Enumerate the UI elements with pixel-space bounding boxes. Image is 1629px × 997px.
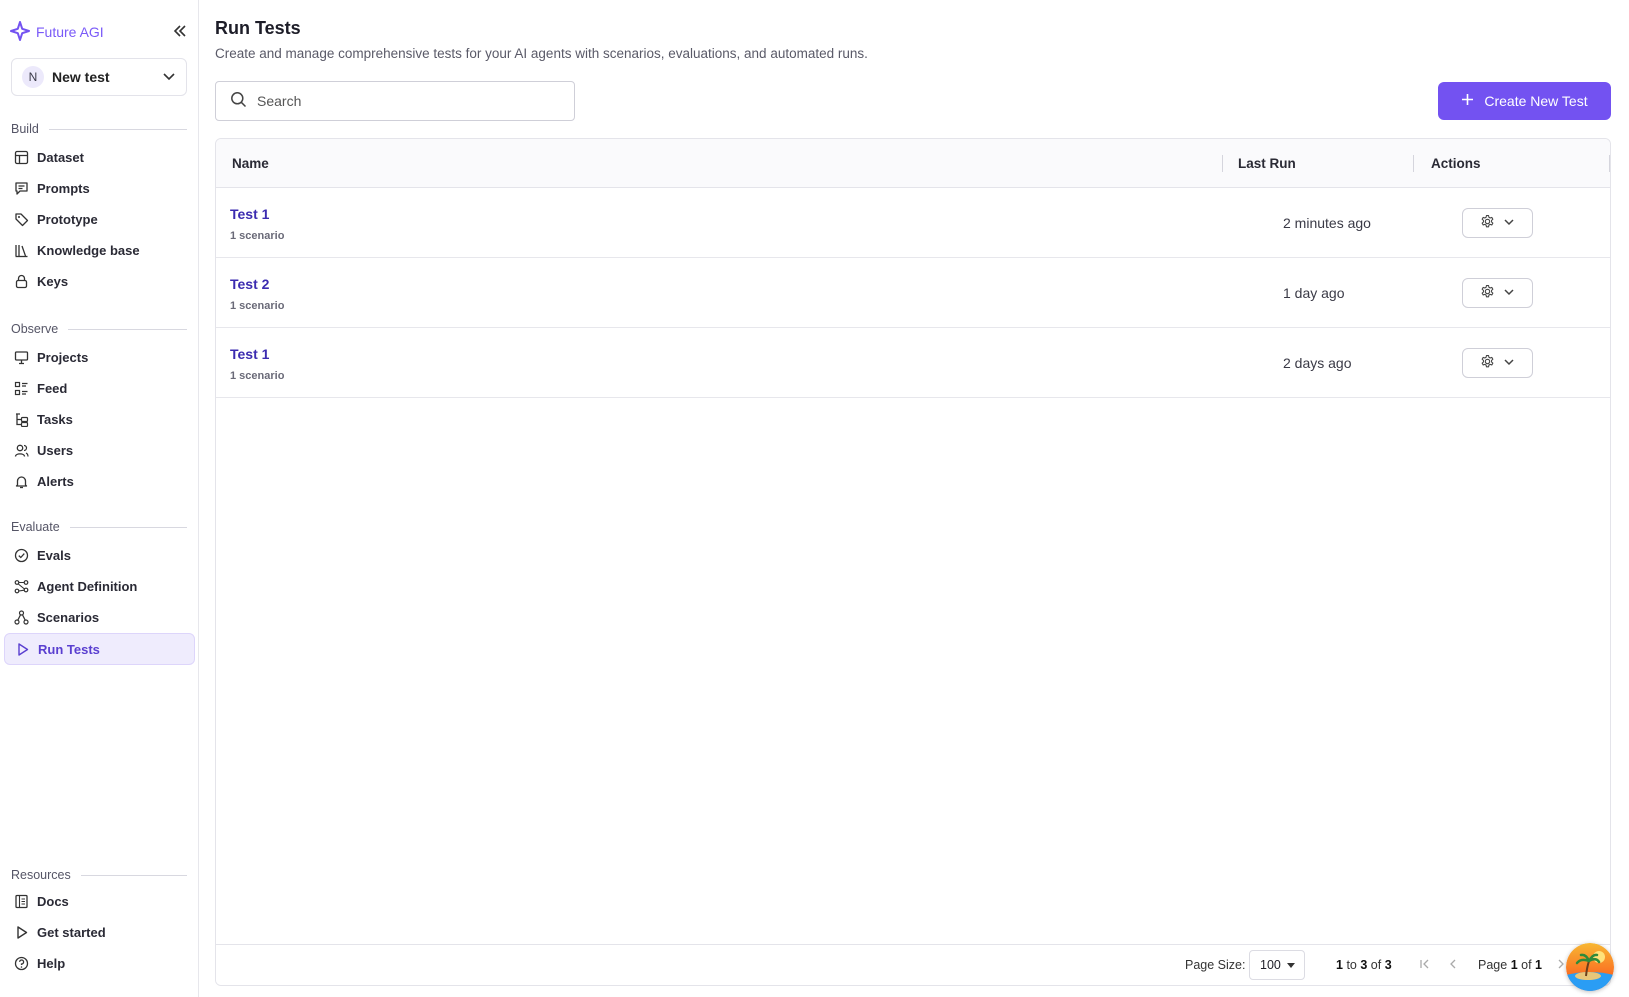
agent-graph-icon	[13, 578, 29, 594]
library-icon	[13, 242, 29, 258]
row-range: 1 to 3 of 3	[1336, 958, 1392, 972]
previous-page-button[interactable]	[1445, 957, 1461, 973]
presentation-icon	[13, 349, 29, 365]
column-resize-handle[interactable]	[1222, 155, 1223, 172]
sidebar-item-tasks[interactable]: Tasks	[4, 403, 195, 435]
test-last-run: 2 days ago	[1283, 355, 1352, 371]
document-icon	[13, 893, 29, 909]
gear-icon	[1480, 284, 1495, 302]
tests-table: Name Last Run Actions Test 1 1 scenario …	[215, 138, 1611, 986]
support-chat-avatar[interactable]	[1566, 943, 1614, 991]
search-box[interactable]	[215, 81, 575, 121]
bell-icon	[13, 473, 29, 489]
column-resize-handle[interactable]	[1413, 155, 1414, 172]
chevron-down-icon	[1503, 356, 1515, 371]
sidebar-item-keys[interactable]: Keys	[4, 265, 195, 297]
sidebar-item-prototype[interactable]: Prototype	[4, 203, 195, 235]
chevron-left-icon	[1447, 958, 1459, 973]
section-label-resources: Resources	[11, 868, 187, 882]
play-icon	[13, 924, 29, 940]
gear-icon	[1480, 214, 1495, 232]
column-header-name[interactable]: Name	[232, 139, 269, 188]
brand-name: Future AGI	[36, 24, 104, 40]
table-row[interactable]: Test 2 1 scenario 1 day ago	[216, 258, 1610, 328]
first-page-icon	[1419, 958, 1431, 973]
table-header: Name Last Run Actions	[216, 139, 1610, 188]
workspace-selector[interactable]: N New test	[11, 58, 187, 96]
section-label-evaluate: Evaluate	[11, 520, 187, 534]
main-content: Run Tests Create and manage comprehensiv…	[200, 0, 1629, 997]
pagination-bar: Page Size: 100 1 to 3 of 3 Page 1 of 1	[216, 944, 1610, 985]
search-icon	[230, 91, 247, 111]
hierarchy-icon	[13, 609, 29, 625]
test-scenario-count: 1 scenario	[230, 300, 285, 312]
test-last-run: 2 minutes ago	[1283, 215, 1371, 231]
sidebar-item-agent-definition[interactable]: Agent Definition	[4, 570, 195, 602]
tag-icon	[13, 211, 29, 227]
chevron-down-icon	[162, 69, 176, 86]
row-actions-button[interactable]	[1462, 278, 1533, 308]
task-tree-icon	[13, 411, 29, 427]
test-name-link[interactable]: Test 1	[230, 346, 269, 362]
table-icon	[13, 149, 29, 165]
column-resize-handle[interactable]	[1609, 155, 1610, 172]
sidebar-item-alerts[interactable]: Alerts	[4, 465, 195, 497]
help-circle-icon	[13, 955, 29, 971]
future-agi-logo-icon	[10, 20, 30, 44]
section-label-build: Build	[11, 122, 187, 136]
test-name-link[interactable]: Test 1	[230, 206, 269, 222]
section-label-observe: Observe	[11, 322, 187, 336]
sidebar-item-docs[interactable]: Docs	[4, 885, 195, 917]
workspace-avatar: N	[22, 66, 44, 88]
row-actions-button[interactable]	[1462, 208, 1533, 238]
sidebar-item-users[interactable]: Users	[4, 434, 195, 466]
test-scenario-count: 1 scenario	[230, 230, 285, 242]
page-size-value: 100	[1260, 958, 1281, 972]
column-header-last-run[interactable]: Last Run	[1238, 139, 1296, 188]
sidebar-item-feed[interactable]: Feed	[4, 372, 195, 404]
sidebar-item-evals[interactable]: Evals	[4, 539, 195, 571]
workspace-name: New test	[52, 69, 110, 85]
check-circle-icon	[13, 547, 29, 563]
search-input[interactable]	[257, 93, 547, 109]
users-icon	[13, 442, 29, 458]
page-title: Run Tests	[215, 18, 301, 38]
chevron-down-icon	[1503, 286, 1515, 301]
column-header-actions: Actions	[1431, 156, 1481, 171]
test-scenario-count: 1 scenario	[230, 370, 285, 382]
test-name-link[interactable]: Test 2	[230, 276, 269, 292]
create-new-test-button[interactable]: Create New Test	[1438, 82, 1611, 120]
gear-icon	[1480, 354, 1495, 372]
page-size-select[interactable]: 100	[1249, 950, 1305, 980]
sidebar: Future AGI N New test Build Dataset Prom…	[0, 0, 199, 997]
sidebar-item-help[interactable]: Help	[4, 947, 195, 979]
sidebar-item-dataset[interactable]: Dataset	[4, 141, 195, 173]
test-last-run: 1 day ago	[1283, 285, 1345, 301]
chevron-down-icon	[1503, 216, 1515, 231]
page-indicator: Page 1 of 1	[1478, 958, 1542, 972]
row-actions-button[interactable]	[1462, 348, 1533, 378]
caret-down-icon	[1286, 962, 1295, 968]
sidebar-item-get-started[interactable]: Get started	[4, 916, 195, 948]
feed-list-icon	[13, 380, 29, 396]
page-size-label: Page Size:	[1185, 958, 1246, 972]
table-row[interactable]: Test 1 1 scenario 2 minutes ago	[216, 188, 1610, 258]
table-row[interactable]: Test 1 1 scenario 2 days ago	[216, 328, 1610, 398]
sidebar-item-prompts[interactable]: Prompts	[4, 172, 195, 204]
lock-icon	[13, 273, 29, 289]
prompt-icon	[13, 180, 29, 196]
first-page-button[interactable]	[1417, 957, 1433, 973]
plus-icon	[1461, 93, 1474, 109]
collapse-sidebar-button[interactable]	[170, 22, 190, 42]
page-subtitle: Create and manage comprehensive tests fo…	[215, 46, 868, 61]
create-new-test-label: Create New Test	[1484, 93, 1588, 109]
brand[interactable]: Future AGI	[10, 20, 104, 44]
play-icon	[14, 641, 30, 657]
sidebar-item-scenarios[interactable]: Scenarios	[4, 601, 195, 633]
sidebar-item-run-tests[interactable]: Run Tests	[4, 633, 195, 665]
sidebar-item-projects[interactable]: Projects	[4, 341, 195, 373]
sidebar-item-knowledge-base[interactable]: Knowledge base	[4, 234, 195, 266]
double-chevron-left-icon	[173, 24, 187, 41]
